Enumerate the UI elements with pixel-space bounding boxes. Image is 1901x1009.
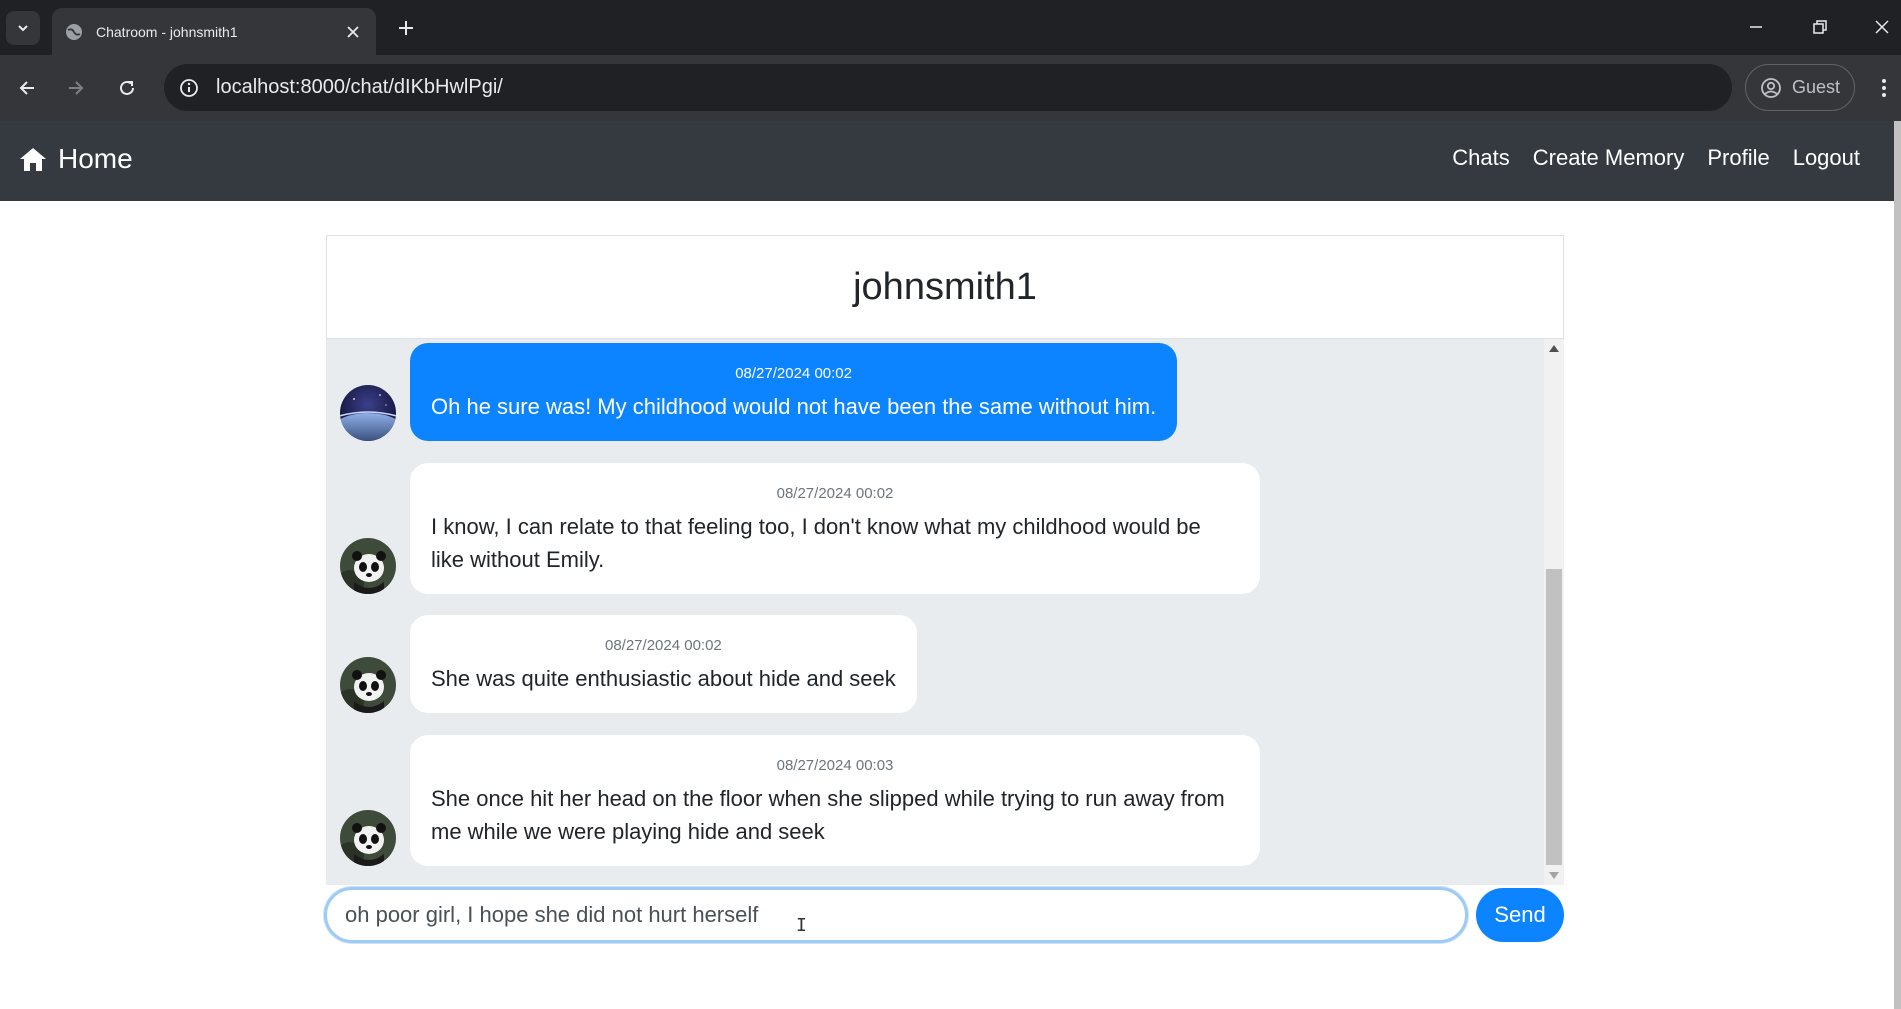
info-icon[interactable] — [178, 77, 200, 99]
message-input[interactable] — [324, 887, 1468, 943]
home-label: Home — [58, 143, 133, 174]
message-text: I know, I can relate to that feeling too… — [431, 514, 1201, 572]
scroll-down-arrow-icon[interactable] — [1549, 872, 1559, 879]
text-cursor-icon: I — [796, 915, 807, 936]
message-text: She was quite enthusiastic about hide an… — [431, 666, 896, 691]
message-text: Oh he sure was! My childhood would not h… — [431, 394, 1157, 419]
reload-icon — [120, 80, 134, 95]
chat-header: johnsmith1 — [326, 235, 1564, 339]
minimize-icon — [1750, 26, 1762, 28]
forward-button[interactable] — [59, 71, 93, 105]
nav-link-chats[interactable]: Chats — [1452, 145, 1509, 171]
browser-menu-button[interactable] — [1872, 71, 1896, 105]
nav-link-profile[interactable]: Profile — [1707, 145, 1769, 171]
profile-button[interactable]: Guest — [1745, 64, 1855, 111]
tab-search-button[interactable] — [6, 11, 40, 45]
message-timestamp: 08/27/2024 00:02 — [604, 637, 722, 654]
close-tab-icon[interactable] — [342, 21, 364, 43]
message-text: She once hit her head on the floor when … — [431, 786, 1225, 844]
page: Home Chats Create Memory Profile Logout … — [0, 121, 1901, 1009]
back-button[interactable] — [10, 71, 44, 105]
avatar — [340, 810, 396, 866]
message-scrollbar-thumb[interactable] — [1546, 569, 1562, 865]
message-row: 08/27/2024 00:02 She was quite enthusias… — [340, 615, 917, 713]
plus-icon — [399, 21, 413, 35]
message-bubble-received: 08/27/2024 00:02 I know, I can relate to… — [410, 463, 1260, 594]
arrow-right-icon — [69, 81, 84, 95]
nav-link-logout[interactable]: Logout — [1793, 145, 1860, 171]
send-button[interactable]: Send — [1476, 888, 1564, 942]
account-circle-icon — [1761, 77, 1781, 98]
message-row: 08/27/2024 00:03 She once hit her head o… — [340, 735, 1260, 866]
home-icon — [20, 148, 46, 171]
avatar — [340, 538, 396, 594]
new-tab-button[interactable] — [390, 12, 422, 44]
message-timestamp: 08/27/2024 00:02 — [776, 485, 894, 502]
page-scrollbar[interactable] — [1894, 121, 1901, 1009]
browser-tab-strip: Chatroom - johnsmith1 — [0, 0, 1901, 55]
message-scrollbar[interactable] — [1544, 339, 1564, 885]
restore-icon — [1813, 20, 1827, 34]
browser-tab[interactable]: Chatroom - johnsmith1 — [52, 8, 376, 55]
message-list[interactable]: 08/27/2024 00:02 Oh he sure was! My chil… — [326, 339, 1564, 885]
message-row: 08/27/2024 00:02 Oh he sure was! My chil… — [340, 343, 1178, 441]
scroll-up-arrow-icon[interactable] — [1549, 345, 1559, 352]
message-composer: Send — [324, 887, 1566, 943]
nav-link-create-memory[interactable]: Create Memory — [1533, 145, 1685, 171]
profile-label: Guest — [1792, 77, 1841, 97]
panda-avatar — [340, 657, 396, 713]
message-bubble-sent: 08/27/2024 00:02 Oh he sure was! My chil… — [410, 343, 1178, 441]
avatar — [340, 385, 396, 441]
chevron-down-icon — [18, 25, 28, 32]
message-timestamp: 08/27/2024 00:03 — [776, 757, 894, 774]
close-window-button[interactable] — [1862, 10, 1901, 44]
arrow-left-icon — [19, 81, 34, 95]
address-bar[interactable]: localhost:8000/chat/dIKbHwlPgi/ — [164, 64, 1732, 111]
minimize-button[interactable] — [1736, 10, 1776, 44]
globe-icon — [66, 23, 82, 40]
message-bubble-received: 08/27/2024 00:03 She once hit her head o… — [410, 735, 1260, 866]
page-scrollbar-thumb[interactable] — [1894, 121, 1901, 1009]
url-text: localhost:8000/chat/dIKbHwlPgi/ — [216, 76, 503, 98]
panda-avatar — [340, 810, 396, 866]
close-icon — [1875, 20, 1889, 34]
nav-links: Chats Create Memory Profile Logout — [1452, 145, 1860, 171]
panda-avatar — [340, 538, 396, 594]
avatar — [340, 657, 396, 713]
home-link[interactable]: Home — [18, 143, 133, 175]
reload-button[interactable] — [110, 71, 144, 105]
tab-title: Chatroom - johnsmith1 — [96, 23, 238, 40]
more-vert-icon — [1882, 79, 1886, 97]
restore-button[interactable] — [1800, 10, 1840, 44]
chat-title: johnsmith1 — [853, 265, 1037, 308]
site-navbar: Home Chats Create Memory Profile Logout — [0, 121, 1894, 201]
message-timestamp: 08/27/2024 00:02 — [735, 365, 852, 382]
space-planet-avatar — [340, 385, 396, 441]
message-bubble-received: 08/27/2024 00:02 She was quite enthusias… — [410, 615, 917, 713]
message-row: 08/27/2024 00:02 I know, I can relate to… — [340, 463, 1260, 594]
browser-toolbar: localhost:8000/chat/dIKbHwlPgi/ Guest — [0, 55, 1901, 121]
